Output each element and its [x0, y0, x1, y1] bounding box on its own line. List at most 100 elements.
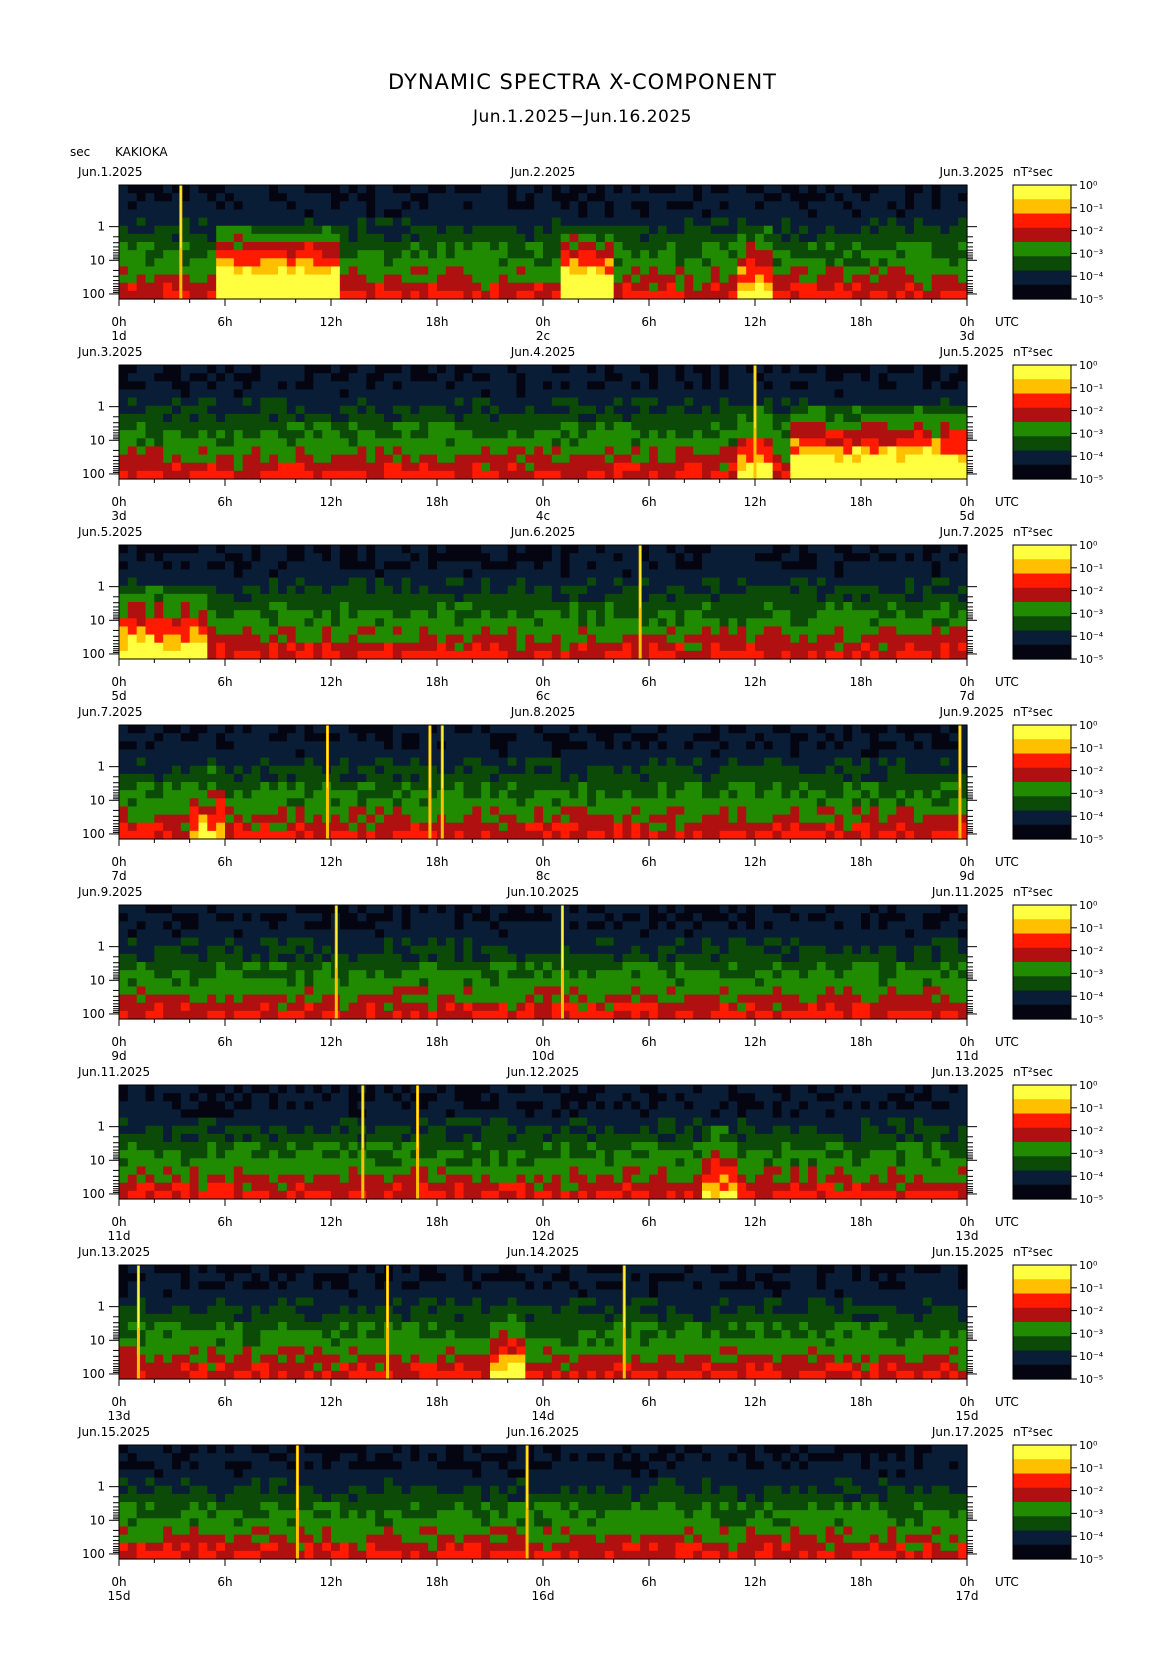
spectrogram-cell — [834, 454, 844, 464]
spectrogram-cell — [428, 650, 438, 660]
spectrogram-cell — [958, 577, 968, 587]
spectrogram-cell — [136, 365, 147, 374]
spectrogram-cell — [551, 274, 562, 284]
spectrogram-cell — [887, 577, 897, 587]
spectrogram-cell — [445, 397, 456, 407]
spectrogram-cell — [728, 185, 738, 194]
spectrogram-cell — [560, 282, 571, 292]
spectrogram-cell — [816, 193, 827, 202]
spectrogram-cell — [384, 545, 394, 554]
spectrogram-cell — [896, 545, 906, 554]
spectrogram-cell — [560, 618, 571, 628]
spectrogram-cell — [419, 282, 429, 292]
spectrogram-cell — [666, 634, 677, 644]
spectrogram-cell — [384, 765, 394, 775]
spectrogram-cell — [799, 201, 809, 211]
spectrogram-cell — [384, 561, 394, 571]
spectrogram-cell — [693, 266, 703, 276]
spectrogram-cell — [578, 413, 588, 423]
spectrogram-cell — [675, 561, 685, 571]
spectrogram-cell — [419, 830, 429, 840]
spectrogram-cell — [816, 185, 827, 194]
spectrogram-cell — [622, 577, 632, 587]
spectrogram-cell — [640, 258, 650, 268]
spectrogram-cell — [357, 593, 367, 603]
spectrogram-cell — [578, 585, 588, 595]
spectrogram-cell — [808, 618, 818, 628]
spectrogram-cell — [472, 725, 482, 734]
spectrogram-cell — [507, 798, 518, 808]
spectrogram-cell — [339, 209, 350, 219]
spectrogram-cell — [419, 373, 429, 382]
spectrogram-cell — [207, 242, 217, 251]
spectrogram-cell — [375, 806, 385, 816]
spectrogram-cell — [710, 193, 721, 202]
spectrogram-cell — [286, 365, 297, 374]
spectrogram-cell — [331, 373, 341, 382]
spectrogram-cell — [719, 438, 730, 448]
spectrogram-cell — [233, 806, 244, 816]
spectrogram-cell — [454, 798, 465, 808]
spectrogram-cell — [428, 462, 438, 472]
spectrogram-cell — [763, 430, 774, 439]
spectrogram-cell — [278, 365, 288, 374]
spectrogram-cell — [896, 561, 906, 571]
spectrogram-cell — [251, 642, 261, 652]
spectrogram-cell — [119, 290, 129, 300]
spectrogram-cell — [366, 806, 376, 816]
spectrogram-cell — [534, 618, 544, 628]
spectrogram-cell — [702, 577, 712, 587]
spectrogram-cell — [684, 585, 694, 595]
spectrogram-cell — [242, 201, 253, 211]
spectrogram-cell — [251, 757, 261, 767]
spectrogram-cell — [375, 634, 385, 644]
spectrogram-cell — [719, 217, 730, 227]
spectrogram-cell — [869, 438, 880, 448]
spectrogram-cell — [755, 650, 765, 660]
spectrogram-cell — [392, 446, 403, 456]
spectrogram-cell — [878, 642, 889, 652]
spectrogram-cell — [763, 650, 774, 660]
spectrogram-cell — [428, 470, 438, 480]
spectrogram-cell — [596, 258, 606, 268]
spectrogram-cell — [604, 242, 615, 251]
spectrogram-cell — [896, 577, 906, 587]
colorbar-unit-label: nT²sec — [1013, 345, 1053, 359]
spectrogram-cell — [604, 233, 615, 243]
spectrogram-cell — [339, 602, 350, 611]
spectrogram-cell — [260, 217, 270, 227]
spectrogram-cell — [834, 274, 844, 284]
spectrogram-cell — [419, 446, 429, 456]
spectrogram-cell — [180, 397, 191, 407]
spectrogram-cell — [419, 193, 429, 202]
spectrogram-cell — [366, 397, 376, 407]
spectrogram-cell — [507, 266, 518, 276]
spectrogram-cell — [560, 242, 571, 251]
spectrogram-cell — [657, 233, 668, 243]
spectrogram-cell — [931, 242, 942, 251]
spectrogram-cell — [180, 634, 191, 644]
spectrogram-cell — [799, 242, 809, 251]
spectrogram-cell — [869, 373, 880, 382]
spectrogram-cell — [119, 545, 129, 554]
spectrogram-cell — [163, 217, 173, 227]
spectrogram-cell — [604, 266, 615, 276]
spectrogram-cell — [631, 438, 641, 448]
spectrogram-cell — [384, 569, 394, 579]
colorbar-segment — [1013, 587, 1071, 603]
spectrogram-cell — [498, 225, 509, 235]
spectrogram-cell — [242, 365, 253, 374]
spectrogram-cell — [366, 225, 376, 235]
spectrogram-cell — [578, 561, 588, 571]
spectrogram-cell — [189, 470, 200, 480]
spectrogram-cell — [410, 545, 420, 554]
spectrogram-cell — [313, 618, 323, 628]
spectrogram-cell — [304, 650, 314, 660]
spectrogram-cell — [914, 413, 924, 423]
spectrogram-cell — [543, 250, 553, 259]
spectrogram-cell — [198, 569, 208, 579]
spectrogram-cell — [861, 258, 871, 268]
spectrogram-cell — [657, 266, 668, 276]
spectrogram-cell — [719, 233, 730, 243]
spectrogram-cell — [207, 422, 217, 431]
